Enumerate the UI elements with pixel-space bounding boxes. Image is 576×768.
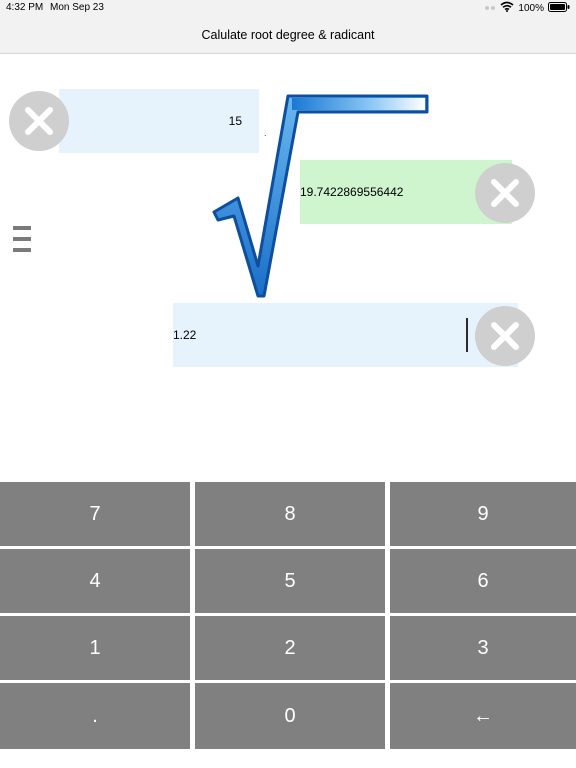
battery-percent: 100%	[518, 2, 544, 14]
key-decimal-point[interactable]: .	[0, 683, 190, 749]
root-degree-value: 15	[228, 114, 242, 128]
clear-degree-button[interactable]	[9, 91, 69, 151]
key-8[interactable]: 8	[195, 482, 385, 546]
clear-radicand-button[interactable]	[475, 306, 535, 366]
status-time: 4:32 PM	[6, 2, 44, 13]
key-7[interactable]: 7	[0, 482, 190, 546]
status-bar: 4:32 PM Mon Sep 23 100%	[0, 0, 576, 16]
key-0[interactable]: 0	[195, 683, 385, 749]
key-5[interactable]: 5	[195, 549, 385, 613]
page-title: Calulate root degree & radicant	[201, 27, 375, 42]
key-backspace[interactable]: ←	[390, 683, 576, 749]
key-1[interactable]: 1	[0, 616, 190, 680]
status-date: Mon Sep 23	[50, 2, 104, 13]
root-degree-field[interactable]: 15	[59, 89, 259, 153]
clear-result-button[interactable]	[475, 163, 535, 223]
key-6[interactable]: 6	[390, 549, 576, 613]
wifi-icon	[500, 1, 514, 15]
status-indicators: 100%	[484, 1, 570, 15]
key-4[interactable]: 4	[0, 549, 190, 613]
degree-separator-dot: .	[264, 128, 267, 138]
battery-icon	[548, 1, 570, 15]
signal-dots-icon	[484, 3, 496, 14]
hamburger-menu-icon[interactable]	[13, 226, 31, 256]
numeric-keypad: 7 8 9 4 5 6 1 2 3 . 0 ←	[0, 479, 576, 768]
close-icon	[491, 322, 519, 350]
key-2[interactable]: 2	[195, 616, 385, 680]
text-cursor	[466, 318, 468, 352]
close-icon	[491, 179, 519, 207]
key-3[interactable]: 3	[390, 616, 576, 680]
key-9[interactable]: 9	[390, 482, 576, 546]
close-icon	[25, 107, 53, 135]
radicand-value: 1.22	[173, 328, 197, 342]
result-value: 19.7422869556442	[300, 185, 404, 199]
nav-bar: Calulate root degree & radicant	[0, 16, 576, 54]
